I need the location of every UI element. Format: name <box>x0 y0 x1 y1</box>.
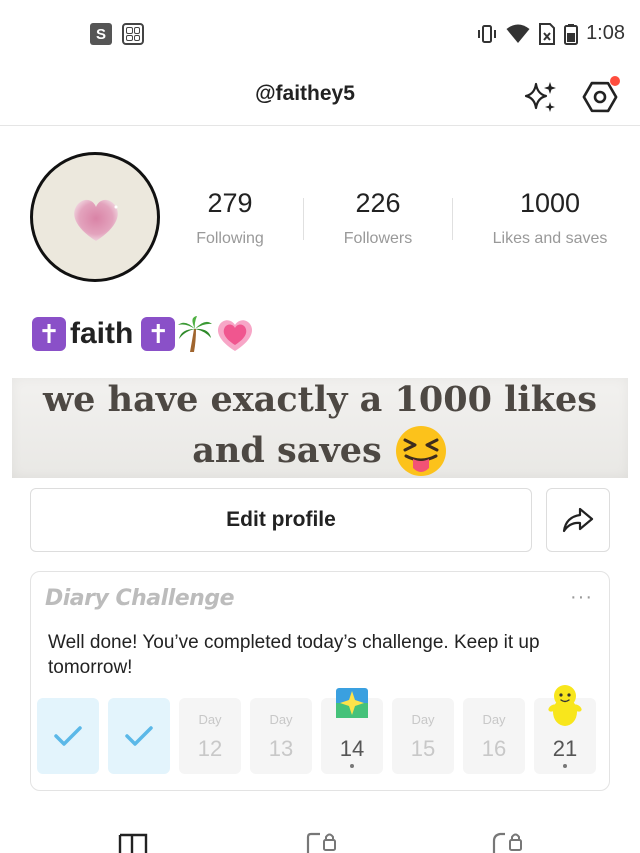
following-stat[interactable]: 279 Following <box>190 186 270 248</box>
display-name: faith <box>70 317 134 350</box>
sim-no-service-icon <box>539 22 556 45</box>
day-label: Day <box>411 712 435 727</box>
stat-divider <box>452 198 453 240</box>
day-number: 16 <box>481 736 507 761</box>
star-badge-icon <box>336 688 368 718</box>
latin-cross-emoji: ✝ <box>141 317 176 351</box>
day-cell-12[interactable]: Day 12 <box>179 698 241 774</box>
day-cell-16[interactable]: Day 16 <box>463 698 525 774</box>
display-name-row: ✝ faith ✝ <box>32 314 255 354</box>
notification-dot <box>610 76 620 86</box>
sparkle-button[interactable] <box>522 78 558 114</box>
challenge-message: Well done! You’ve completed today’s chal… <box>48 632 540 678</box>
overlay-line-1: we have exactly a 1000 likes <box>43 379 597 420</box>
avatar[interactable] <box>30 152 160 282</box>
username: @faithey5 <box>255 82 355 105</box>
pink-heart-avatar-image <box>74 199 118 241</box>
share-button[interactable] <box>546 488 610 552</box>
likes-saves-stat[interactable]: 1000 Likes and saves <box>484 186 616 248</box>
day-dot <box>563 764 567 768</box>
checkmark-icon <box>125 726 153 746</box>
battery-icon <box>564 23 579 45</box>
day-number: 15 <box>410 736 436 761</box>
notes-tab-icon[interactable] <box>118 833 148 853</box>
profile-header: @faithey5 <box>0 68 640 126</box>
overlay-line-2-text: and saves <box>192 430 382 471</box>
calculator-icon <box>122 23 144 45</box>
overlay-line-2: and saves <box>0 424 640 478</box>
locked-likes-icon[interactable] <box>492 831 524 853</box>
day-cell-13[interactable]: Day 13 <box>250 698 312 774</box>
edit-profile-button[interactable]: Edit profile <box>30 488 532 552</box>
more-options-button[interactable]: ··· <box>570 586 593 609</box>
followers-stat[interactable]: 226 Followers <box>338 186 418 248</box>
likes-saves-count: 1000 <box>519 188 581 218</box>
wifi-icon <box>506 24 530 43</box>
squinting-tongue-emoji <box>395 426 446 476</box>
clock: 1:08 <box>586 22 625 44</box>
yellow-mascot-icon <box>548 685 582 726</box>
overlay-caption: we have exactly a 1000 likes and saves <box>0 376 640 478</box>
following-count: 279 <box>207 188 253 218</box>
vibrate-icon <box>478 24 497 43</box>
share-arrow-icon <box>562 507 594 533</box>
locked-collections-icon[interactable] <box>306 831 338 853</box>
likes-saves-label: Likes and saves <box>492 230 608 247</box>
day-label: Day <box>482 712 506 727</box>
diary-challenge-card[interactable]: Diary Challenge ··· Well done! You’ve co… <box>30 571 610 791</box>
day-cell-21[interactable]: 21 <box>534 685 596 774</box>
day-number: 14 <box>339 736 365 761</box>
day-cell-15[interactable]: Day 15 <box>392 698 454 774</box>
stat-divider <box>303 198 304 240</box>
day-cell-14[interactable]: 14 <box>321 688 383 774</box>
sparkle-icon <box>524 82 556 112</box>
latin-cross-emoji: ✝ <box>32 317 66 351</box>
bottom-tab-bar <box>0 825 640 853</box>
day-tracker: Day 12 Day 13 14 Day 15 Day 16 21 <box>37 685 596 774</box>
checkmark-icon <box>54 726 82 746</box>
day-label: Day <box>198 712 222 727</box>
status-bar: S 1:08 <box>0 0 640 68</box>
palm-tree-emoji <box>178 316 213 352</box>
diary-challenge-title: Diary Challenge <box>45 586 235 611</box>
following-label: Following <box>196 230 264 247</box>
growing-heart-emoji <box>218 320 253 351</box>
day-cell-completed[interactable] <box>37 698 99 774</box>
day-dot <box>350 764 354 768</box>
s-icon: S <box>90 23 112 45</box>
day-number: 13 <box>268 736 294 761</box>
day-cell-completed[interactable] <box>108 698 170 774</box>
day-number: 21 <box>552 736 578 761</box>
settings-button[interactable] <box>580 76 620 116</box>
day-label: Day <box>269 712 293 727</box>
day-number: 12 <box>197 736 223 761</box>
followers-label: Followers <box>343 230 413 247</box>
followers-count: 226 <box>355 188 401 218</box>
